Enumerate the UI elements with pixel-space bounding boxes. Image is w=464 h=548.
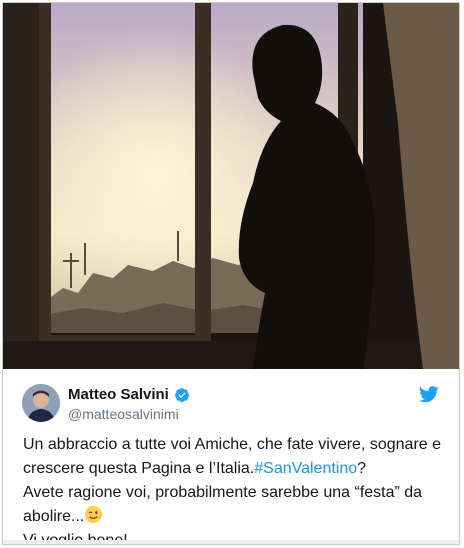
tweet-photo[interactable] (3, 3, 459, 369)
author-name[interactable]: Matteo Salvini (68, 386, 169, 403)
author-handle[interactable]: @matteosalvinimi (68, 406, 179, 422)
author-name-row: Matteo Salvini (68, 386, 190, 403)
tweet-line-2: Avete ragione voi, probabilmente sarebbe… (23, 481, 443, 529)
hashtag-link[interactable]: #SanValentino (254, 460, 357, 477)
twitter-bird-icon[interactable] (419, 386, 439, 403)
author-avatar[interactable] (22, 384, 60, 422)
avatar-image (22, 384, 60, 422)
tweet-card: Matteo Salvini @matteosalvinimi Un abbra… (2, 2, 460, 545)
tweet-line-1-text: Un abbraccio a tutte voi Amiche, che fat… (23, 436, 442, 477)
verified-badge-icon (174, 387, 189, 402)
bottom-divider (3, 540, 459, 544)
photo-window-silhouette (3, 3, 459, 369)
tweet-header: Matteo Salvini @matteosalvinimi (3, 369, 459, 427)
tweet-text: Un abbraccio a tutte voi Amiche, che fat… (23, 433, 443, 544)
winking-face-emoji (85, 505, 103, 524)
tweet-line-2-text: Avete ragione voi, probabilmente sarebbe… (23, 484, 423, 525)
tweet-line-1-end: ? (357, 460, 367, 477)
tweet-line-1: Un abbraccio a tutte voi Amiche, che fat… (23, 433, 443, 481)
